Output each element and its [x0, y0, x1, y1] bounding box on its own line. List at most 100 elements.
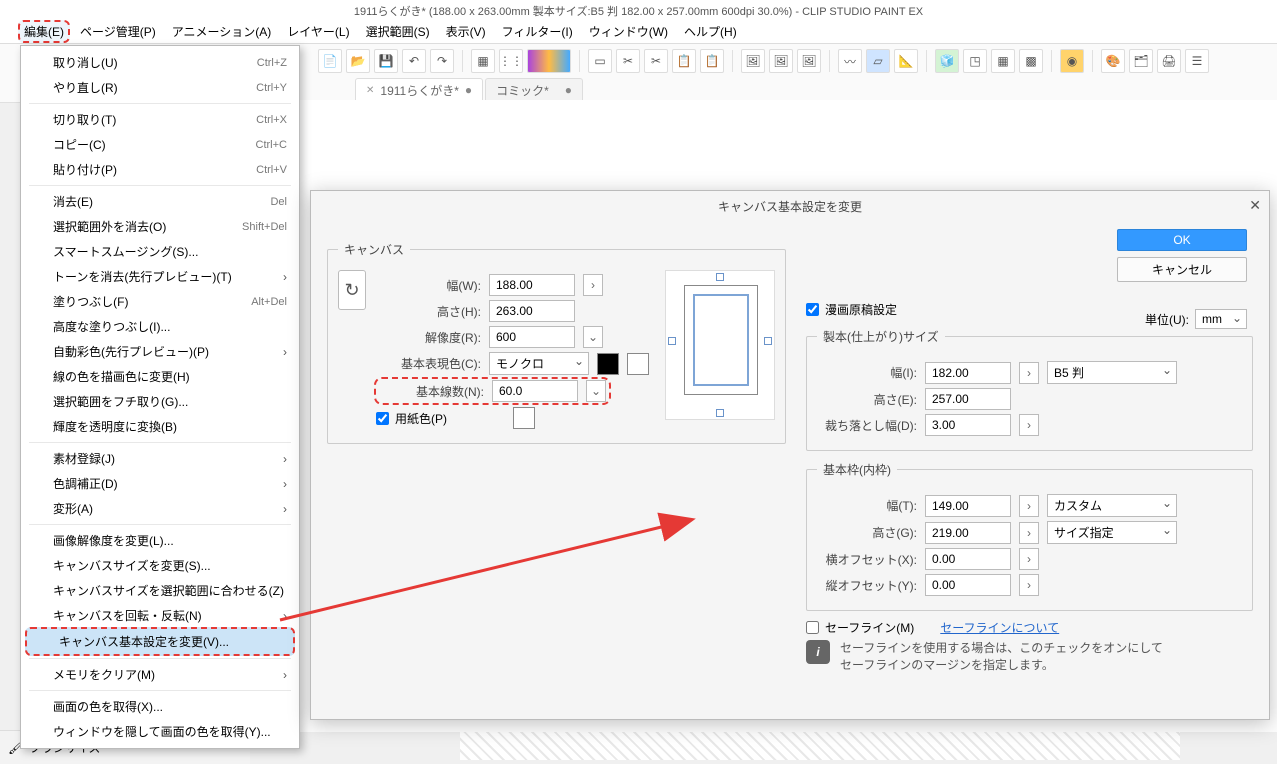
menu-select[interactable]: 選択範囲(S): [360, 20, 436, 43]
safeline-link[interactable]: セーフラインについて: [940, 619, 1059, 636]
paper-color-check[interactable]: [376, 412, 389, 425]
menu-erase[interactable]: 消去(E)Del: [21, 189, 299, 214]
pen-icon[interactable]: 〰: [838, 49, 862, 73]
chevron-right-icon[interactable]: ›: [1019, 362, 1039, 384]
menu-fill[interactable]: 塗りつぶし(F)Alt+Del: [21, 289, 299, 314]
res-input[interactable]: 600: [489, 326, 575, 348]
menu-layer[interactable]: レイヤー(L): [281, 20, 355, 43]
ok-button[interactable]: OK: [1117, 229, 1247, 251]
menu-autocolor[interactable]: 自動彩色(先行プレビュー)(P)›: [21, 339, 299, 364]
lines-input[interactable]: 60.0: [492, 380, 578, 402]
menu-redo[interactable]: やり直し(R)Ctrl+Y: [21, 75, 299, 100]
menu-canvas-rotate[interactable]: キャンバスを回転・反転(N)›: [21, 603, 299, 628]
manga-settings-check[interactable]: [806, 303, 819, 316]
offx-input[interactable]: 0.00: [925, 548, 1011, 570]
image-a-icon[interactable]: 🖼: [741, 49, 765, 73]
menu-copy[interactable]: コピー(C)Ctrl+C: [21, 132, 299, 157]
ruler-icon[interactable]: 📐: [894, 49, 918, 73]
menu-canvas-base-settings[interactable]: キャンバス基本設定を変更(V)...: [25, 627, 295, 656]
menu-erase-outside[interactable]: 選択範囲外を消去(O)Shift+Del: [21, 214, 299, 239]
menu-cut[interactable]: 切り取り(T)Ctrl+X: [21, 107, 299, 132]
height-input[interactable]: 263.00: [489, 300, 575, 322]
width-input[interactable]: 188.00: [489, 274, 575, 296]
menu-view[interactable]: 表示(V): [440, 20, 492, 43]
menu-window[interactable]: ウィンドウ(W): [583, 20, 674, 43]
menu-transform[interactable]: 変形(A)›: [21, 496, 299, 521]
menu-anim[interactable]: アニメーション(A): [166, 20, 278, 43]
black-swatch[interactable]: [597, 353, 619, 375]
chevron-right-icon[interactable]: ›: [1019, 522, 1039, 544]
chevron-right-icon[interactable]: ›: [1019, 495, 1039, 517]
grid2-icon[interactable]: ▦: [991, 49, 1015, 73]
close-icon[interactable]: ✕: [1249, 197, 1261, 214]
menu-clear-memory[interactable]: メモリをクリア(M)›: [21, 662, 299, 687]
layers-icon[interactable]: 🗂: [1129, 49, 1153, 73]
menu-canvas-to-sel[interactable]: キャンバスサイズを選択範囲に合わせる(Z): [21, 578, 299, 603]
close-icon[interactable]: ✕: [366, 85, 374, 96]
frame-preset-select[interactable]: カスタム: [1047, 494, 1177, 517]
frame-width-input[interactable]: 149.00: [925, 495, 1011, 517]
finish-preset-select[interactable]: B5 判: [1047, 361, 1177, 384]
palette-icon[interactable]: 🎨: [1101, 49, 1125, 73]
menu-paste[interactable]: 貼り付け(P)Ctrl+V: [21, 157, 299, 182]
image-b-icon[interactable]: 🖼: [769, 49, 793, 73]
offy-input[interactable]: 0.00: [925, 574, 1011, 596]
print-icon[interactable]: 🖨: [1157, 49, 1181, 73]
finish-height-input[interactable]: 257.00: [925, 388, 1011, 410]
basic-color-select[interactable]: モノクロ: [489, 352, 589, 375]
grid3-icon[interactable]: ▩: [1019, 49, 1043, 73]
snap-icon[interactable]: ◉: [1060, 49, 1084, 73]
paste-icon[interactable]: 📋: [700, 49, 724, 73]
menu-help[interactable]: ヘルプ(H): [678, 20, 743, 43]
frame-height-input[interactable]: 219.00: [925, 522, 1011, 544]
tab-second[interactable]: コミック*●: [485, 78, 583, 103]
menu-canvas-size[interactable]: キャンバスサイズを変更(S)...: [21, 553, 299, 578]
finish-width-input[interactable]: 182.00: [925, 362, 1011, 384]
chevron-right-icon[interactable]: ›: [1019, 414, 1039, 436]
copy-icon[interactable]: 📋: [672, 49, 696, 73]
cancel-button[interactable]: キャンセル: [1117, 257, 1247, 282]
transform-icon[interactable]: ▭: [588, 49, 612, 73]
scissors-icon[interactable]: ✂: [644, 49, 668, 73]
menu-edit[interactable]: 編集(E): [18, 20, 70, 43]
unit-select[interactable]: mm: [1195, 309, 1247, 329]
chevron-down-icon[interactable]: ⌄: [583, 326, 603, 348]
menu-undo[interactable]: 取り消し(U)Ctrl+Z: [21, 50, 299, 75]
image-c-icon[interactable]: 🖼: [797, 49, 821, 73]
shape-icon[interactable]: ▱: [866, 49, 890, 73]
help-icon[interactable]: ☰: [1185, 49, 1209, 73]
grid-icon[interactable]: ▦: [471, 49, 495, 73]
menu-color-adjust[interactable]: 色調補正(D)›: [21, 471, 299, 496]
menu-get-color[interactable]: 画面の色を取得(X)...: [21, 694, 299, 719]
menu-tone-erase[interactable]: トーンを消去(先行プレビュー)(T)›: [21, 264, 299, 289]
menu-page[interactable]: ページ管理(P): [74, 20, 162, 43]
white-swatch[interactable]: [627, 353, 649, 375]
chevron-right-icon[interactable]: ›: [583, 274, 603, 296]
paper-swatch[interactable]: [513, 407, 535, 429]
menu-linecolor[interactable]: 線の色を描画色に変更(H): [21, 364, 299, 389]
menu-material-register[interactable]: 素材登録(J)›: [21, 446, 299, 471]
menu-brightness-alpha[interactable]: 輝度を透明度に変換(B): [21, 414, 299, 439]
tab-active[interactable]: ✕1911らくがき*●: [355, 78, 483, 103]
chevron-down-icon[interactable]: ⌄: [586, 380, 606, 402]
save-icon[interactable]: 💾: [374, 49, 398, 73]
menu-adv-fill[interactable]: 高度な塗りつぶし(I)...: [21, 314, 299, 339]
safeline-check[interactable]: [806, 621, 819, 634]
chevron-right-icon[interactable]: ›: [1019, 574, 1039, 596]
bleed-input[interactable]: 3.00: [925, 414, 1011, 436]
menu-filter[interactable]: フィルター(I): [496, 20, 579, 43]
redo-icon[interactable]: ↷: [430, 49, 454, 73]
rotate-icon[interactable]: ↻: [338, 270, 366, 310]
new-icon[interactable]: 📄: [318, 49, 342, 73]
frame-size-select[interactable]: サイズ指定: [1047, 521, 1177, 544]
undo-icon[interactable]: ↶: [402, 49, 426, 73]
menu-image-res[interactable]: 画像解像度を変更(L)...: [21, 528, 299, 553]
dots-icon[interactable]: ⋮⋮: [499, 49, 523, 73]
menu-hide-get-color[interactable]: ウィンドウを隠して画面の色を取得(Y)...: [21, 719, 299, 744]
gradient-icon[interactable]: [527, 49, 571, 73]
cube-icon[interactable]: ◳: [963, 49, 987, 73]
3d-icon[interactable]: 🧊: [935, 49, 959, 73]
crop-icon[interactable]: ✂: [616, 49, 640, 73]
open-icon[interactable]: 📂: [346, 49, 370, 73]
menu-sel-border[interactable]: 選択範囲をフチ取り(G)...: [21, 389, 299, 414]
